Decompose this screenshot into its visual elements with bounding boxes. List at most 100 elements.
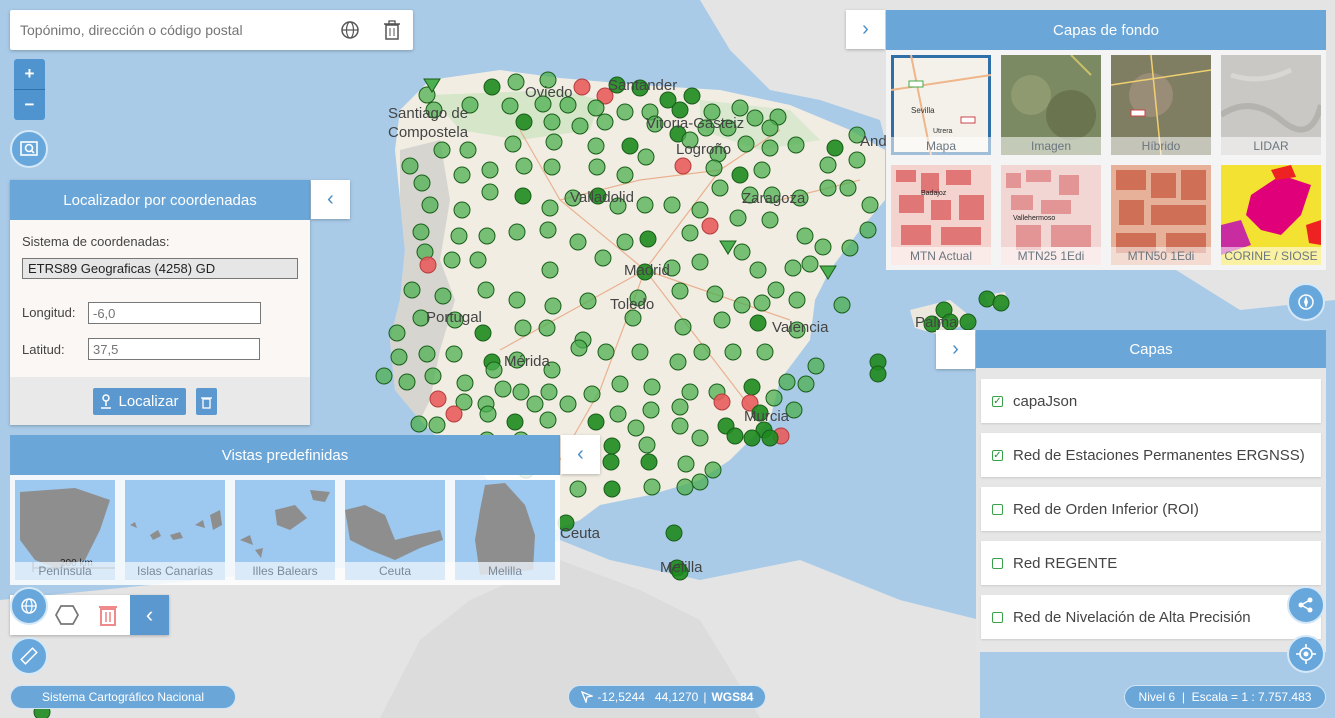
view-ceuta[interactable]: Ceuta	[345, 480, 445, 580]
layer-checkbox[interactable]	[992, 611, 1003, 623]
station-marker[interactable]	[681, 383, 699, 401]
station-marker[interactable]	[434, 287, 452, 305]
geolocate-button[interactable]	[1287, 635, 1325, 673]
station-marker[interactable]	[841, 239, 859, 257]
station-marker[interactable]	[665, 524, 683, 542]
station-marker[interactable]	[663, 196, 681, 214]
station-marker[interactable]	[691, 473, 709, 491]
station-marker[interactable]	[428, 416, 446, 434]
station-marker[interactable]	[681, 224, 699, 242]
station-marker[interactable]	[788, 291, 806, 309]
station-marker[interactable]	[640, 453, 658, 471]
station-marker[interactable]	[814, 238, 832, 256]
station-marker[interactable]	[477, 281, 495, 299]
station-marker[interactable]	[713, 311, 731, 329]
station-marker[interactable]	[398, 373, 416, 391]
station-marker[interactable]	[638, 436, 656, 454]
locator-clear-button[interactable]	[196, 388, 217, 415]
station-marker[interactable]	[749, 314, 767, 332]
station-marker[interactable]	[726, 427, 744, 445]
station-marker[interactable]	[691, 201, 709, 219]
station-marker[interactable]	[807, 357, 825, 375]
polygon-icon[interactable]	[55, 604, 79, 626]
station-marker[interactable]	[797, 375, 815, 393]
station-marker[interactable]	[616, 103, 634, 121]
station-marker[interactable]	[826, 139, 844, 157]
bg-layer-imagen[interactable]: Imagen	[1001, 55, 1101, 155]
station-marker[interactable]	[459, 141, 477, 159]
station-marker[interactable]	[541, 261, 559, 279]
station-marker[interactable]	[483, 78, 501, 96]
station-marker[interactable]	[705, 159, 723, 177]
station-marker[interactable]	[445, 405, 463, 423]
layer-checkbox[interactable]: ✓	[992, 395, 1003, 407]
station-marker[interactable]	[671, 398, 689, 416]
station-marker[interactable]	[749, 261, 767, 279]
station-marker[interactable]	[706, 285, 724, 303]
station-marker[interactable]	[691, 429, 709, 447]
station-marker[interactable]	[753, 294, 771, 312]
station-marker[interactable]	[639, 230, 657, 248]
station-marker[interactable]	[541, 199, 559, 217]
station-marker[interactable]	[515, 157, 533, 175]
station-marker[interactable]	[583, 385, 601, 403]
station-marker[interactable]	[508, 223, 526, 241]
station-marker[interactable]	[778, 373, 796, 391]
station-marker[interactable]	[746, 109, 764, 127]
station-marker[interactable]	[729, 209, 747, 227]
station-marker[interactable]	[587, 413, 605, 431]
station-marker[interactable]	[733, 296, 751, 314]
bg-layer-corine[interactable]: CORINE / SIOSE	[1221, 165, 1321, 265]
station-marker[interactable]	[677, 455, 695, 473]
station-marker[interactable]	[539, 221, 557, 239]
station-marker[interactable]	[731, 99, 749, 117]
station-marker[interactable]	[481, 161, 499, 179]
north-compass-button[interactable]	[1287, 283, 1325, 321]
view-baleares[interactable]: Illes Balears	[235, 480, 335, 580]
share-button[interactable]	[1287, 586, 1325, 624]
station-marker[interactable]	[390, 348, 408, 366]
station-marker[interactable]	[724, 343, 742, 361]
station-marker[interactable]	[674, 318, 692, 336]
station-marker[interactable]	[616, 166, 634, 184]
station-marker[interactable]	[743, 429, 761, 447]
draw-tools-button[interactable]	[10, 587, 48, 625]
station-marker[interactable]	[419, 256, 437, 274]
zoom-in-button[interactable]: +	[14, 59, 45, 90]
station-marker[interactable]	[959, 313, 977, 331]
station-marker[interactable]	[559, 395, 577, 413]
system-label[interactable]: Sistema Cartográfico Nacional	[10, 685, 236, 709]
station-marker[interactable]	[602, 453, 620, 471]
bg-layer-mapa[interactable]: Sevilla Utrera Mapa	[891, 55, 991, 155]
station-marker[interactable]	[421, 196, 439, 214]
station-marker[interactable]	[627, 419, 645, 437]
station-marker[interactable]	[573, 78, 591, 96]
layer-item[interactable]: ✓ Red de Estaciones Permanentes ERGNSS)	[981, 433, 1321, 477]
station-marker[interactable]	[671, 417, 689, 435]
latitude-input[interactable]	[88, 338, 260, 360]
station-marker[interactable]	[469, 251, 487, 269]
station-marker[interactable]	[609, 405, 627, 423]
station-marker[interactable]	[671, 282, 689, 300]
layer-item[interactable]: Red de Nivelación de Alta Precisión	[981, 595, 1321, 639]
station-marker[interactable]	[388, 324, 406, 342]
station-marker[interactable]	[765, 389, 783, 407]
station-marker[interactable]	[756, 343, 774, 361]
layer-checkbox[interactable]: ✓	[992, 449, 1003, 461]
station-marker[interactable]	[693, 343, 711, 361]
station-marker[interactable]	[787, 136, 805, 154]
station-marker[interactable]	[410, 415, 428, 433]
station-marker[interactable]	[643, 378, 661, 396]
layer-item[interactable]: ✓ capaJson	[981, 379, 1321, 423]
station-marker[interactable]	[761, 429, 779, 447]
station-marker[interactable]	[569, 480, 587, 498]
station-marker[interactable]	[643, 478, 661, 496]
station-marker[interactable]	[869, 365, 887, 383]
bg-layer-mtn50[interactable]: MTN50 1Edi	[1111, 165, 1211, 265]
search-input[interactable]	[10, 10, 329, 50]
station-marker[interactable]	[784, 259, 802, 277]
station-marker[interactable]	[375, 367, 393, 385]
bg-layer-lidar[interactable]: LIDAR	[1221, 55, 1321, 155]
layer-checkbox[interactable]	[992, 557, 1003, 569]
station-marker[interactable]	[501, 97, 519, 115]
